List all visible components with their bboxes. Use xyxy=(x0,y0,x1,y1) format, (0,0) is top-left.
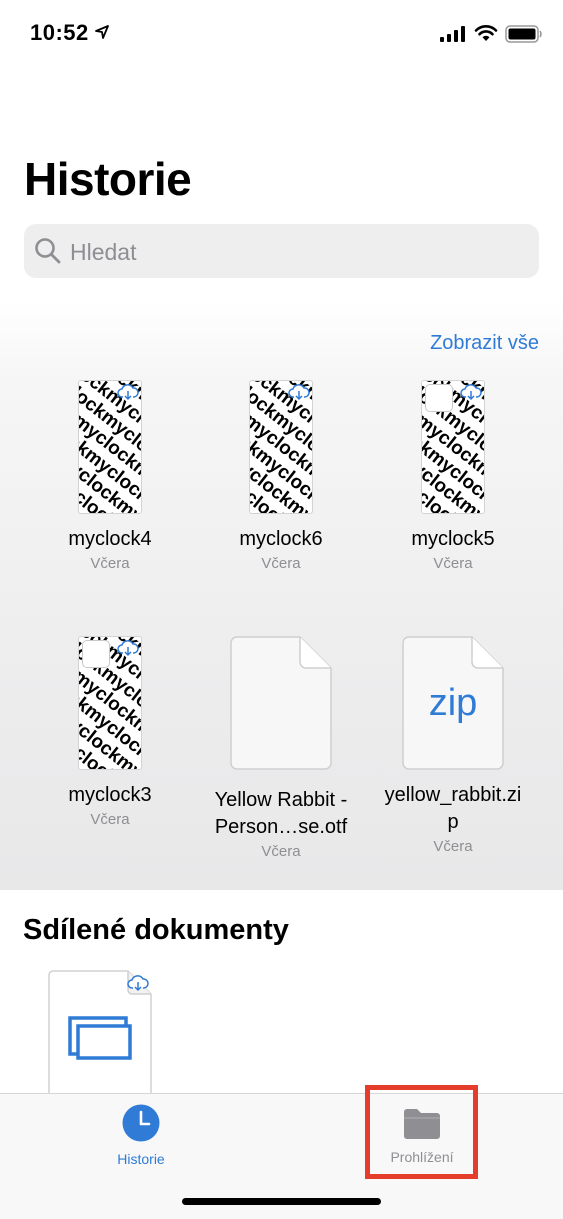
tab-label: Historie xyxy=(117,1151,165,1167)
status-time: 10:52 xyxy=(30,20,89,45)
location-arrow-icon xyxy=(95,25,109,39)
cloud-download-icon xyxy=(127,975,149,992)
file-item-myclock3[interactable]: myclock3 Včera xyxy=(25,636,195,828)
battery-icon xyxy=(505,25,542,43)
tab-historie[interactable]: Historie xyxy=(81,1104,201,1167)
page-title: Historie xyxy=(24,153,192,205)
file-name: myclock3 xyxy=(68,784,152,806)
file-name: yellow_rabbit.zi p xyxy=(368,782,538,836)
zip-file-thumbnail: zip xyxy=(402,636,504,770)
section-title-shared: Sdílené dokumenty xyxy=(23,914,289,946)
file-name-line: Yellow Rabbit - xyxy=(214,789,348,811)
search-bar[interactable] xyxy=(24,224,539,280)
file-date: Včera xyxy=(90,811,130,828)
cellular-signal-icon xyxy=(440,26,465,42)
wifi-icon xyxy=(474,25,498,41)
file-thumbnail xyxy=(78,636,142,770)
file-name-line: Person…se.otf xyxy=(214,816,348,838)
file-name-line: p xyxy=(447,811,459,833)
file-name: myclock6 xyxy=(239,528,323,550)
file-item-myclock5[interactable]: myclock5 Včera xyxy=(368,380,538,572)
file-thumbnail xyxy=(78,380,142,514)
highlight-annotation-box xyxy=(365,1085,478,1179)
file-date: Včera xyxy=(261,555,301,572)
file-name-line: yellow_rabbit.zi xyxy=(384,784,522,806)
file-thumbnail xyxy=(249,380,313,514)
file-item-yellow-rabbit-font[interactable]: Yellow Rabbit - Person…se.otf Včera xyxy=(196,636,366,860)
file-item-myclock6[interactable]: myclock6 Včera xyxy=(196,380,366,572)
file-name: Yellow Rabbit - Person…se.otf xyxy=(196,787,366,841)
zip-label: zip xyxy=(428,682,478,724)
file-thumbnail xyxy=(421,380,485,514)
selection-checkbox[interactable] xyxy=(82,640,110,668)
file-item-yellow-rabbit-zip[interactable]: zip yellow_rabbit.zi p Včera xyxy=(368,636,538,855)
cloud-download-icon xyxy=(460,384,482,401)
cloud-download-icon xyxy=(117,384,139,401)
clock-icon xyxy=(122,1104,160,1142)
file-item-myclock4[interactable]: myclock4 Včera xyxy=(25,380,195,572)
home-indicator xyxy=(182,1198,381,1205)
file-date: Včera xyxy=(90,555,130,572)
selection-checkbox[interactable] xyxy=(425,384,453,412)
search-icon xyxy=(35,238,61,264)
document-icon xyxy=(230,636,332,770)
search-input[interactable] xyxy=(68,224,532,280)
cloud-download-icon xyxy=(288,384,310,401)
file-date: Včera xyxy=(261,843,301,860)
file-name: myclock4 xyxy=(68,528,152,550)
status-bar: 10:52 xyxy=(0,0,563,70)
file-name: myclock5 xyxy=(411,528,495,550)
shared-document-item[interactable] xyxy=(48,970,152,1101)
file-date: Včera xyxy=(433,838,473,855)
file-date: Včera xyxy=(433,555,473,572)
show-all-link[interactable]: Zobrazit vše xyxy=(430,332,539,355)
cloud-download-icon xyxy=(117,640,139,657)
